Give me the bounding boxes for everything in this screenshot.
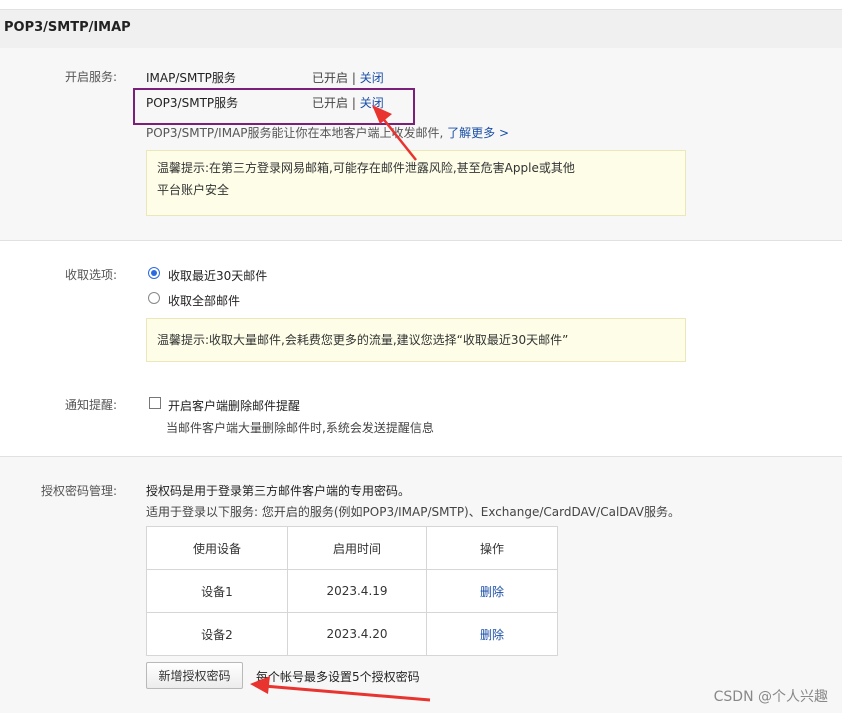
arrow-to-close-link: [372, 105, 417, 161]
arrow-to-add-button: [250, 676, 431, 702]
annotation-arrows: [250, 105, 431, 702]
